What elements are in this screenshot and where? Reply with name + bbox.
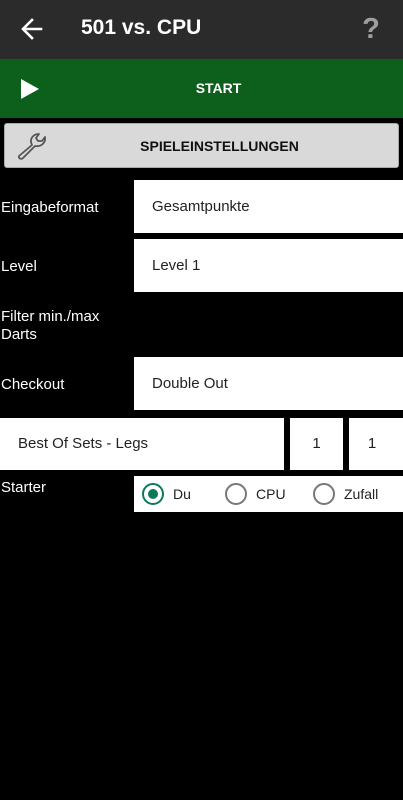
- filter-darts-label-line2: Darts: [1, 326, 37, 343]
- starter-label: Starter: [1, 479, 47, 496]
- input-format-select[interactable]: Gesamtpunkte: [134, 180, 403, 233]
- filter-darts-label-line1: Filter min./max: [1, 308, 100, 325]
- legs-value: 1: [367, 435, 377, 452]
- game-settings-label: SPIELEINSTELLUNGEN: [140, 138, 299, 154]
- sets-value: 1: [312, 435, 321, 452]
- help-button[interactable]: ?: [356, 10, 386, 48]
- level-select[interactable]: Level 1: [134, 239, 403, 292]
- level-label: Level: [1, 258, 37, 275]
- app-bar: 501 vs. CPU ?: [0, 0, 403, 59]
- radio-unchecked-icon: [313, 483, 335, 505]
- page-title: 501 vs. CPU: [81, 16, 202, 39]
- back-button[interactable]: [14, 12, 50, 46]
- game-settings-button[interactable]: SPIELEINSTELLUNGEN: [4, 123, 399, 168]
- input-format-value: Gesamtpunkte: [152, 198, 250, 215]
- starter-option-cpu-label: CPU: [256, 486, 286, 502]
- legs-input[interactable]: 1: [349, 418, 403, 470]
- best-of-label: Best Of Sets - Legs: [18, 435, 149, 452]
- level-value: Level 1: [152, 257, 201, 274]
- start-label: START: [195, 80, 242, 96]
- radio-checked-icon: [142, 483, 164, 505]
- sets-input[interactable]: 1: [290, 418, 343, 470]
- starter-option-zufall-label: Zufall: [344, 486, 379, 502]
- radio-unchecked-icon: [225, 483, 247, 505]
- checkout-value: Double Out: [152, 375, 228, 392]
- input-format-label: Eingabeformat: [1, 199, 99, 216]
- starter-option-zufall[interactable]: Zufall: [313, 476, 399, 512]
- checkout-label: Checkout: [1, 376, 65, 393]
- filter-darts-label: Filter min./max Darts: [1, 308, 99, 344]
- starter-option-du-label: Du: [173, 486, 191, 502]
- start-button[interactable]: START: [0, 59, 403, 118]
- best-of-label-box: Best Of Sets - Legs: [0, 418, 284, 470]
- starter-radio-group: Du CPU Zufall: [134, 476, 403, 512]
- starter-option-cpu[interactable]: CPU: [225, 476, 305, 512]
- arrow-left-icon: [21, 18, 43, 40]
- checkout-select[interactable]: Double Out: [134, 357, 403, 410]
- starter-option-du[interactable]: Du: [142, 476, 212, 512]
